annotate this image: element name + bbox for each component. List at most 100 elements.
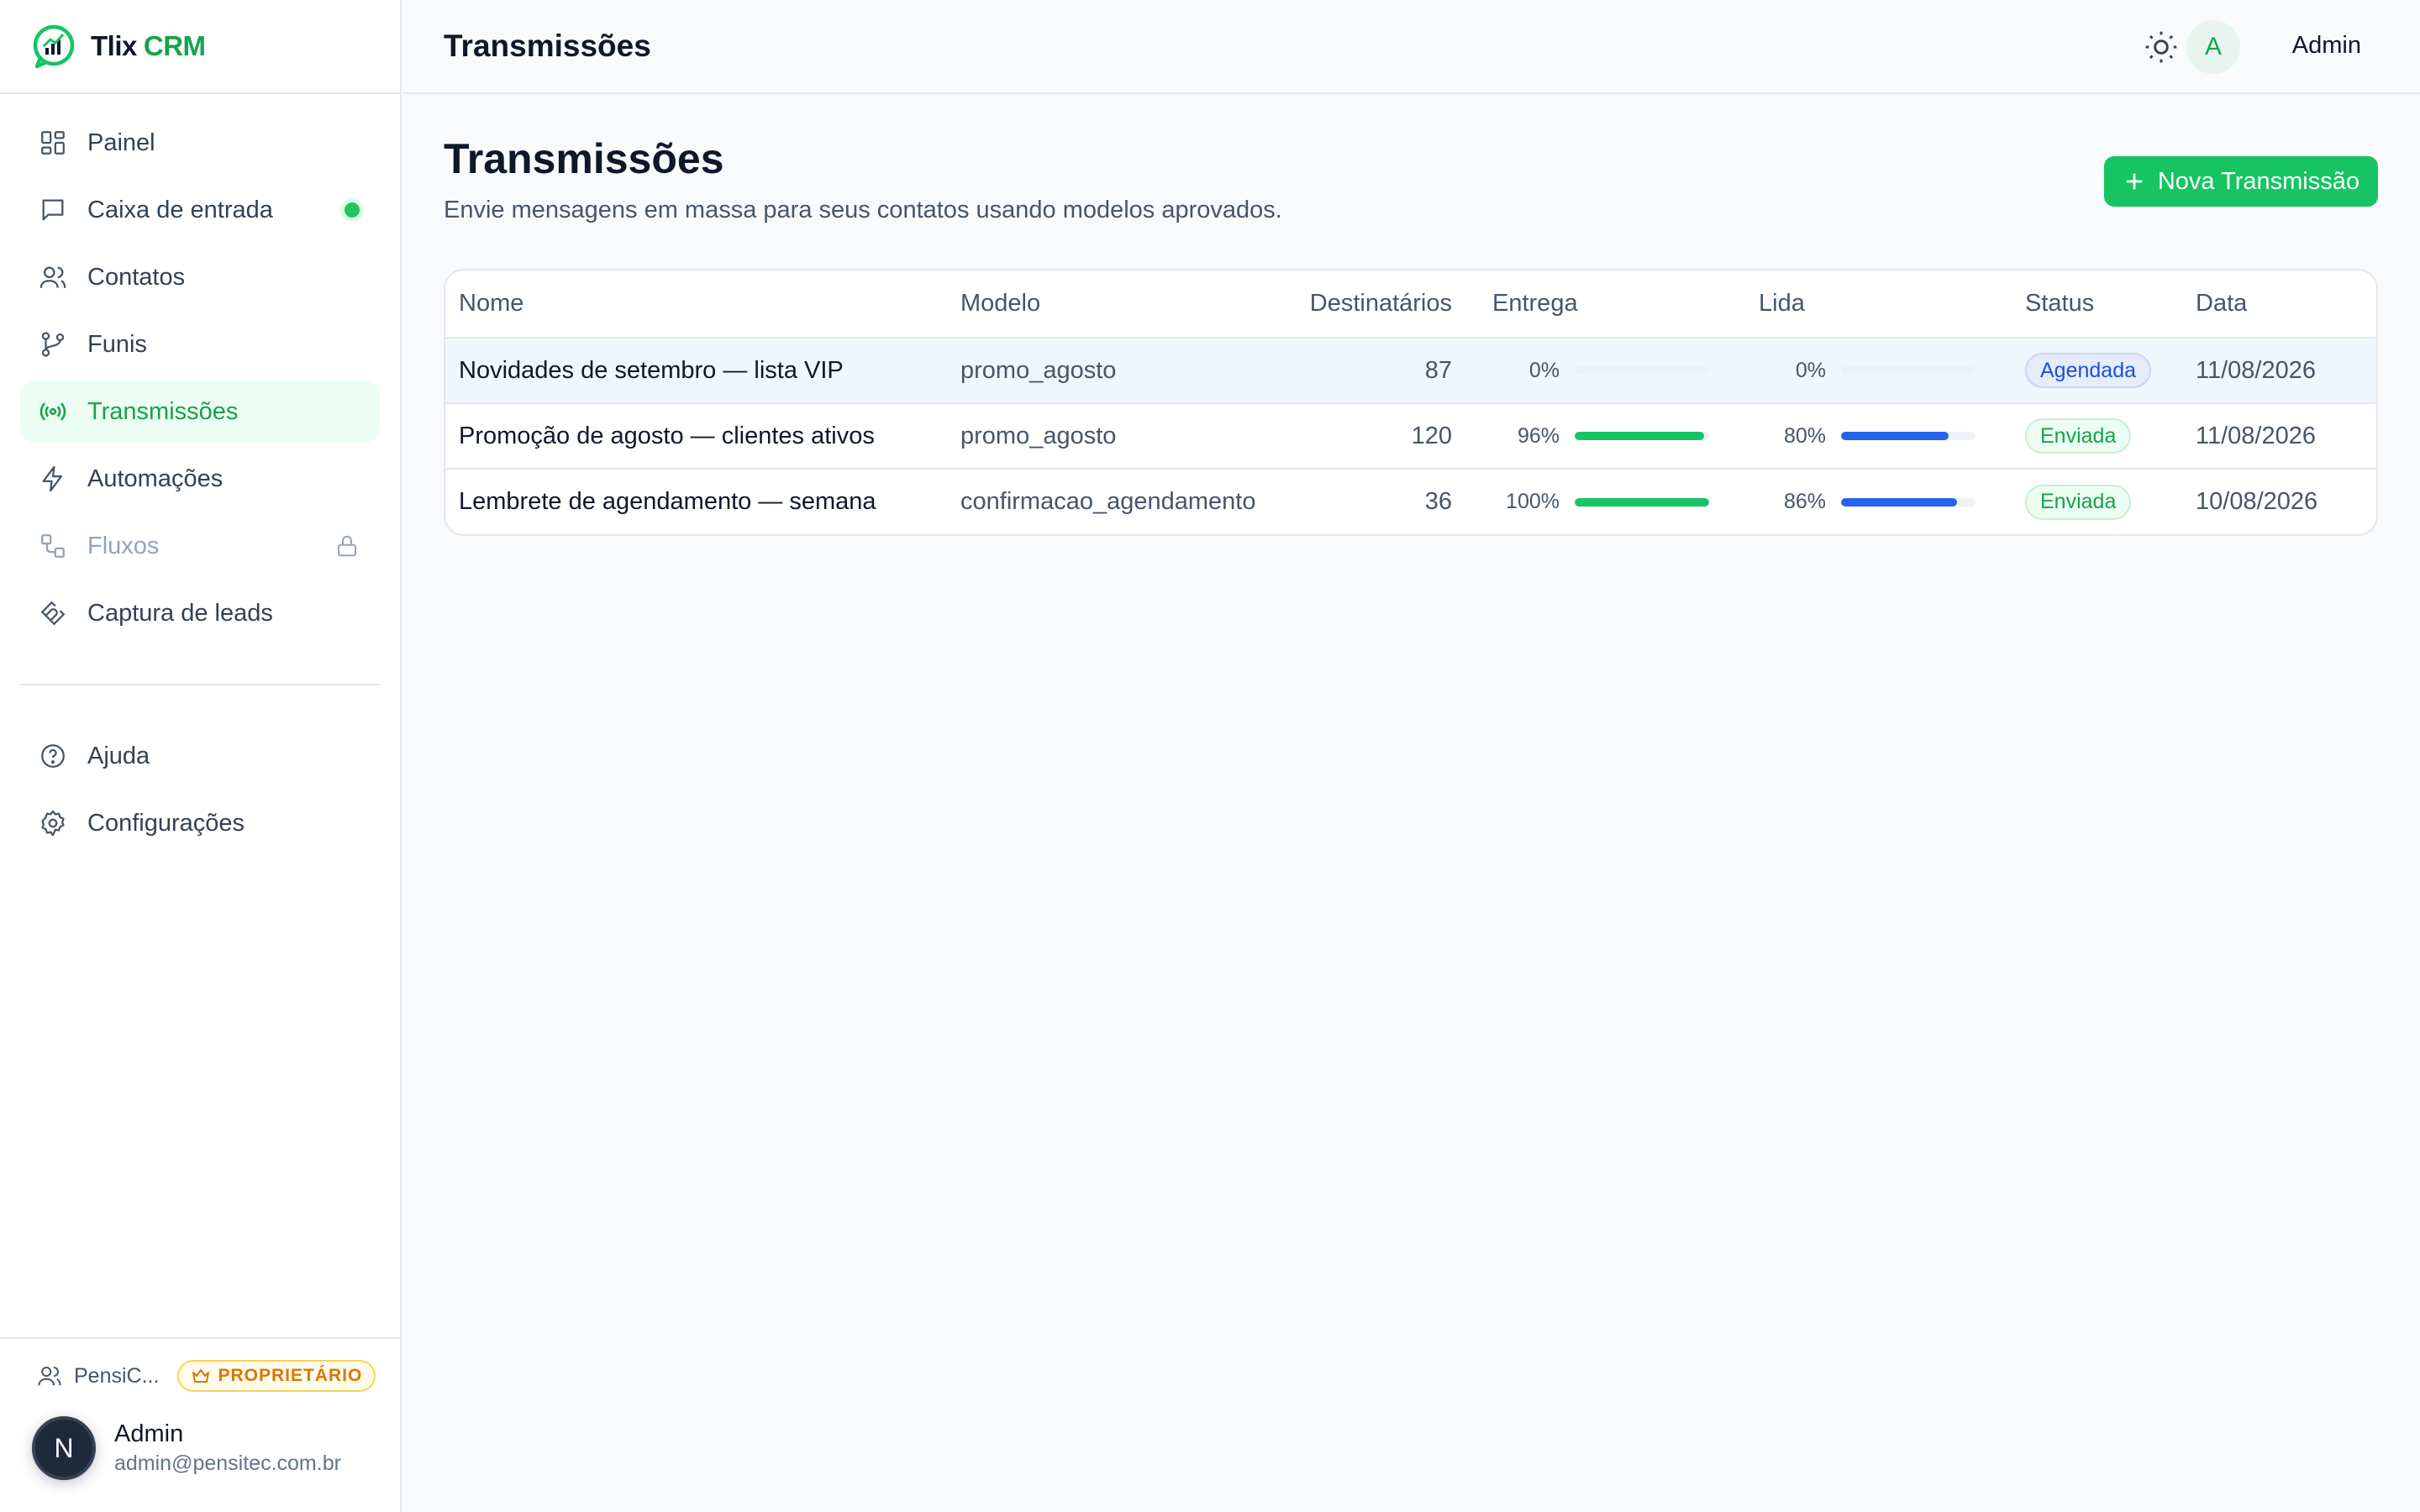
users-icon (37, 1363, 62, 1389)
sidebar-item-label: Fluxos (87, 532, 160, 559)
cell-date: 10/08/2026 (2196, 488, 2318, 515)
unread-indicator (345, 202, 360, 218)
cell-read: 80% (1745, 403, 2012, 470)
avatar: N (32, 1416, 96, 1480)
cell-name: Promoção de agosto — clientes ativos (445, 403, 947, 470)
cell-name: Novidades de setembro — lista VIP (445, 338, 947, 404)
gear-icon (39, 809, 67, 837)
sidebar-item-captura-de-leads[interactable]: Captura de leads (20, 583, 380, 643)
delivery-percent: 100% (1506, 490, 1560, 513)
organization-name: PensiC... (74, 1363, 160, 1388)
user-profile[interactable]: N Admin admin@pensitec.com.br (32, 1416, 366, 1480)
table-row[interactable]: Novidades de setembro — lista VIP promo_… (445, 338, 2376, 404)
sidebar-nav: Painel Caixa de entrada Contatos Funis T… (0, 94, 400, 853)
column-header-status[interactable]: Status (2012, 270, 2182, 339)
cell-status: Agendada (2012, 338, 2182, 404)
broadcast-icon (39, 397, 67, 426)
crown-icon (192, 1369, 210, 1383)
sidebar-item-contatos[interactable]: Contatos (20, 247, 380, 307)
cell-model: confirmacao_agendamento (960, 488, 1256, 515)
cell-model: promo_agosto (947, 403, 1308, 470)
delivery-progress-fill (1575, 497, 1709, 507)
sidebar-item-label: Configurações (87, 809, 245, 837)
read-progress-fill (1841, 432, 1949, 440)
delivery-percent: 0% (1528, 358, 1560, 382)
column-header-destinatarios[interactable]: Destinatários (1308, 270, 1479, 339)
new-broadcast-button[interactable]: Nova Transmissão (2103, 156, 2378, 207)
cell-status: Enviada (2012, 403, 2182, 470)
sidebar-item-ajuda[interactable]: Ajuda (20, 726, 380, 786)
sidebar-item-configuracoes[interactable]: Configurações (20, 793, 380, 853)
help-circle-icon (39, 742, 67, 770)
cell-recipients: 120 (1308, 403, 1479, 470)
cell-delivery: 100% (1479, 469, 1745, 534)
read-progress-track (1841, 497, 1975, 507)
lock-icon (334, 533, 360, 559)
cell-delivery: 0% (1479, 338, 1745, 404)
header-user-name[interactable]: Admin (2292, 32, 2361, 60)
read-percent: 80% (1783, 423, 1826, 448)
status-badge: Enviada (2025, 418, 2132, 454)
sidebar-item-label: Contatos (87, 263, 186, 291)
sidebar-item-label: Transmissões (87, 397, 239, 425)
cell-read: 0% (1745, 338, 2012, 404)
read-progress-fill (1841, 497, 1957, 507)
sidebar-item-transmissoes[interactable]: Transmissões (20, 381, 380, 442)
cell-recipients: 36 (1424, 488, 1452, 515)
sidebar-item-fluxos[interactable]: Fluxos (20, 516, 380, 576)
page-subtitle: Envie mensagens em massa para seus conta… (444, 197, 1282, 223)
organization-switcher[interactable]: PensiC... PROPRIETÁRIO (37, 1356, 376, 1396)
delivery-progress-fill (1575, 432, 1704, 440)
brand-logo-icon (30, 23, 77, 70)
delivery-progress-track (1575, 497, 1709, 507)
read-progress-track (1841, 432, 1975, 440)
sidebar-item-label: Automações (87, 465, 224, 492)
read-progress-track (1841, 366, 1975, 375)
sidebar-item-label: Funis (87, 330, 147, 358)
header-avatar[interactable]: A (2186, 20, 2240, 74)
column-header-nome[interactable]: Nome (445, 270, 947, 339)
users-icon (39, 263, 67, 291)
brand-name: Tlix CRM (91, 30, 206, 61)
column-header-lida[interactable]: Lida (1745, 270, 2012, 339)
table-row[interactable]: Promoção de agosto — clientes ativos pro… (445, 403, 2376, 470)
delivery-progress-track (1575, 432, 1709, 440)
plus-icon (2126, 173, 2143, 190)
table-header-row: Nome Modelo Destinatários Entrega Lida S… (445, 270, 2376, 339)
sun-icon[interactable] (2143, 29, 2180, 66)
column-header-modelo[interactable]: Modelo (947, 270, 1308, 339)
sidebar-item-label: Caixa de entrada (87, 196, 273, 223)
user-name: Admin (114, 1420, 184, 1447)
sidebar-item-label: Ajuda (87, 742, 150, 769)
delivery-percent: 96% (1517, 423, 1560, 448)
broadcasts-table: Nome Modelo Destinatários Entrega Lida S… (444, 269, 2378, 536)
status-badge: Enviada (2025, 484, 2132, 520)
read-percent: 0% (1795, 358, 1826, 382)
role-label: PROPRIETÁRIO (218, 1366, 363, 1385)
top-bar: Transmissões A Admin (403, 0, 2420, 94)
sidebar-item-automacoes[interactable]: Automações (20, 449, 380, 509)
brand[interactable]: Tlix CRM (0, 0, 400, 94)
sidebar-item-caixa-de-entrada[interactable]: Caixa de entrada (20, 180, 380, 240)
table-row[interactable]: Lembrete de agendamento — semana confirm… (445, 469, 2376, 534)
cell-model: promo_agosto (947, 338, 1308, 404)
column-header-data[interactable]: Data (2182, 270, 2376, 339)
page-title: Transmissões (444, 135, 724, 182)
new-broadcast-label: Nova Transmissão (2157, 167, 2360, 195)
header-title: Transmissões (444, 29, 651, 63)
sidebar-footer: PensiC... PROPRIETÁRIO N Admin admin@pen… (0, 1337, 400, 1512)
status-badge: Agendada (2025, 353, 2152, 388)
magnet-icon (39, 599, 67, 627)
cell-delivery: 96% (1479, 403, 1745, 470)
cell-status: Enviada (2012, 469, 2182, 534)
role-badge: PROPRIETÁRIO (177, 1360, 376, 1392)
dashboard-icon (39, 129, 67, 157)
delivery-progress-track (1575, 366, 1709, 375)
column-header-entrega[interactable]: Entrega (1479, 270, 1745, 339)
cell-read: 86% (1745, 469, 2012, 534)
sidebar-item-funis[interactable]: Funis (20, 314, 380, 375)
cell-recipients: 87 (1308, 338, 1479, 404)
sidebar-item-painel[interactable]: Painel (20, 113, 380, 173)
sidebar: Tlix CRM Painel Caixa de entrada Contatos (0, 0, 402, 1512)
cell-date: 11/08/2026 (2182, 403, 2376, 470)
